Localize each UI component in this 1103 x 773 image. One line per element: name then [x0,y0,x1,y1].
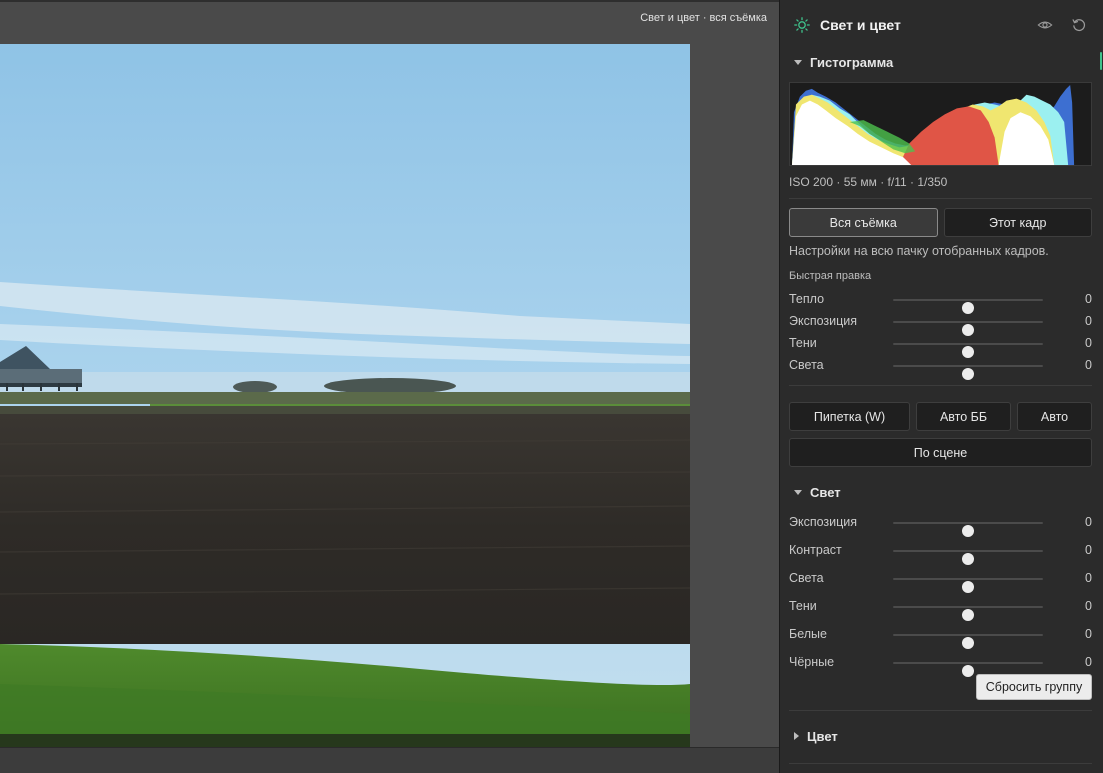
slider-value: 0 [1085,627,1092,641]
slider-label: Контраст [789,543,842,557]
slider-thumb[interactable] [962,637,974,649]
slider-thumb[interactable] [962,665,974,677]
light-slider-highlights: Света 0 [789,570,1092,593]
exif-info: ISO 200 · 55 мм · f/11 · 1/350 [789,175,948,189]
panel-title: Свет и цвет [820,17,901,33]
slider-label: Чёрные [789,655,835,669]
slider-value: 0 [1085,358,1092,372]
slider-value: 0 [1085,292,1092,306]
slider-thumb[interactable] [962,553,974,565]
light-slider-exposure: Экспозиция 0 [789,514,1092,537]
light-color-panel: Свет и цвет Гистограмма ISO 200 · 55 мм … [779,0,1103,773]
chevron-right-icon [794,732,799,740]
histogram-section-header[interactable]: Гистограмма [780,52,1102,72]
slider-thumb[interactable] [962,581,974,593]
histogram-title: Гистограмма [810,54,894,70]
photo-preview[interactable] [0,44,690,749]
slider-track[interactable] [893,343,1043,358]
auto-wb-button[interactable]: Авто ББ [916,402,1011,431]
light-slider-whites: Белые 0 [789,626,1092,649]
slider-label: Тепло [789,292,825,306]
landscape-photo [0,44,690,749]
slider-label: Тени [789,599,817,613]
light-section-title: Свет [810,484,841,500]
quick-slider-warmth: Тепло 0 [789,291,1092,314]
light-section-header[interactable]: Свет [780,482,1102,502]
light-slider-contrast: Контраст 0 [789,542,1092,565]
slider-label: Экспозиция [789,515,858,529]
divider [789,385,1092,386]
auto-button[interactable]: Авто [1017,402,1092,431]
viewer-caption: Свет и цвет · вся съёмка [640,12,767,24]
slider-track[interactable] [893,550,1043,565]
quick-slider-highlights: Света 0 [789,357,1092,380]
slider-value: 0 [1085,515,1092,529]
chevron-down-icon [794,59,802,65]
slider-value: 0 [1085,571,1092,585]
slider-value: 0 [1085,543,1092,557]
slider-value: 0 [1085,655,1092,669]
slider-track[interactable] [893,578,1043,593]
histogram-graph [789,82,1092,166]
slider-label: Экспозиция [789,314,858,328]
color-section-header[interactable]: Цвет [780,726,1102,746]
light-slider-blacks: Чёрные 0 [789,654,1092,677]
slider-track[interactable] [893,606,1043,621]
filmstrip-bar [0,747,779,773]
slider-value: 0 [1085,336,1092,350]
scope-all-shoot-button[interactable]: Вся съёмка [789,208,938,237]
slider-track[interactable] [893,299,1043,314]
scope-description: Настройки на всю пачку отобранных кадров… [789,244,1049,258]
color-section-title: Цвет [807,728,838,744]
scope-this-frame-button[interactable]: Этот кадр [943,208,1092,237]
eyedropper-button[interactable]: Пипетка (W) [789,402,910,431]
photo-viewer: Свет и цвет · вся съёмка [0,0,779,773]
scope-toggle: Вся съёмка Этот кадр [789,208,1092,237]
slider-label: Белые [789,627,827,641]
slider-value: 0 [1085,599,1092,613]
light-slider-shadows: Тени 0 [789,598,1092,621]
divider [789,710,1092,711]
slider-label: Тени [789,336,817,350]
app-window: Свет и цвет · вся съёмка Свет и цвет Гис… [0,0,1103,773]
slider-track[interactable] [893,662,1043,677]
slider-track[interactable] [893,634,1043,649]
divider [789,198,1092,199]
divider [789,763,1092,764]
chevron-down-icon [794,489,802,495]
quick-slider-shadows: Тени 0 [789,335,1092,358]
slider-track[interactable] [893,321,1043,336]
slider-label: Света [789,358,824,372]
panel-header: Свет и цвет [780,0,1102,50]
slider-thumb[interactable] [962,368,974,380]
by-scene-button[interactable]: По сцене [789,438,1092,467]
slider-track[interactable] [893,522,1043,537]
eye-icon[interactable] [1036,16,1054,34]
slider-thumb[interactable] [962,525,974,537]
slider-label: Света [789,571,824,585]
slider-track[interactable] [893,365,1043,380]
reset-group-button[interactable]: Сбросить группу [976,674,1092,700]
slider-thumb[interactable] [962,609,974,621]
quick-edit-label: Быстрая правка [789,270,872,282]
reset-icon[interactable] [1070,16,1088,34]
quick-slider-exposure: Экспозиция 0 [789,313,1092,336]
slider-value: 0 [1085,314,1092,328]
sun-icon [794,17,810,33]
